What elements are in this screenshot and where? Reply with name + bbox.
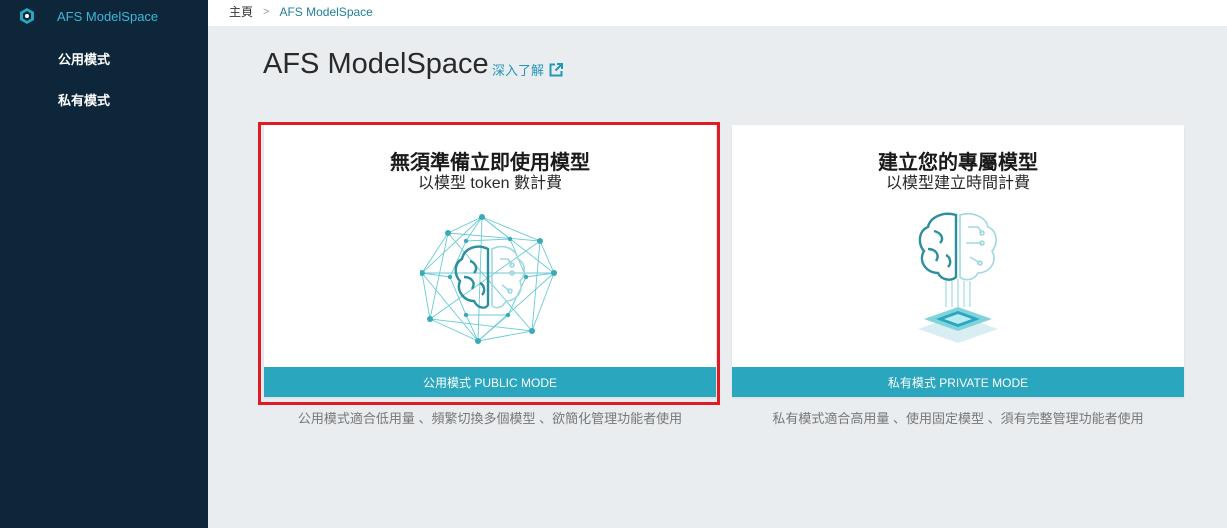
private-mode-card[interactable]: 建立您的專屬模型 以模型建立時間計費 私有模式 PRIVATE MODE [732,125,1184,397]
sidebar: AFS ModelSpace 公用模式 私有模式 [0,0,208,528]
brand-name: AFS ModelSpace [57,8,159,24]
public-mode-button[interactable]: 公用模式 PUBLIC MODE [264,367,716,397]
top-bar: 主頁 > AFS ModelSpace [208,0,1227,26]
card-subtitle: 以模型 token 數計費 [417,175,563,192]
public-mode-description: 公用模式適合低用量 、頻繁切換多個模型 、欲簡化管理功能者使用 [297,411,683,426]
breadcrumb-separator: > [263,5,270,18]
page-title: AFS ModelSpace [263,48,489,80]
sidebar-item-public-mode[interactable]: 公用模式 [58,49,110,68]
external-link-icon [549,62,564,76]
private-mode-button[interactable]: 私有模式 PRIVATE MODE [732,367,1184,397]
brand[interactable]: AFS ModelSpace [18,6,158,26]
private-mode-description: 私有模式適合高用量 、使用固定模型 、須有完整管理功能者使用 [772,411,1144,426]
sidebar-item-private-mode[interactable]: 私有模式 [58,90,110,109]
public-mode-card[interactable]: 無須準備立即使用模型 以模型 token 數計費 公用模式 PUBLIC MOD… [264,125,716,397]
brain-network-icon [420,214,557,344]
breadcrumb: 主頁 > AFS ModelSpace [229,3,373,20]
breadcrumb-current: AFS ModelSpace [279,4,373,19]
brand-logo-icon [20,8,34,24]
breadcrumb-home[interactable]: 主頁 [229,3,253,20]
learn-more-link[interactable]: 深入了解 [492,60,564,79]
brain-chip-icon [918,212,998,343]
learn-more-label: 深入了解 [492,63,545,78]
card-subtitle: 以模型建立時間計費 [885,175,1030,192]
